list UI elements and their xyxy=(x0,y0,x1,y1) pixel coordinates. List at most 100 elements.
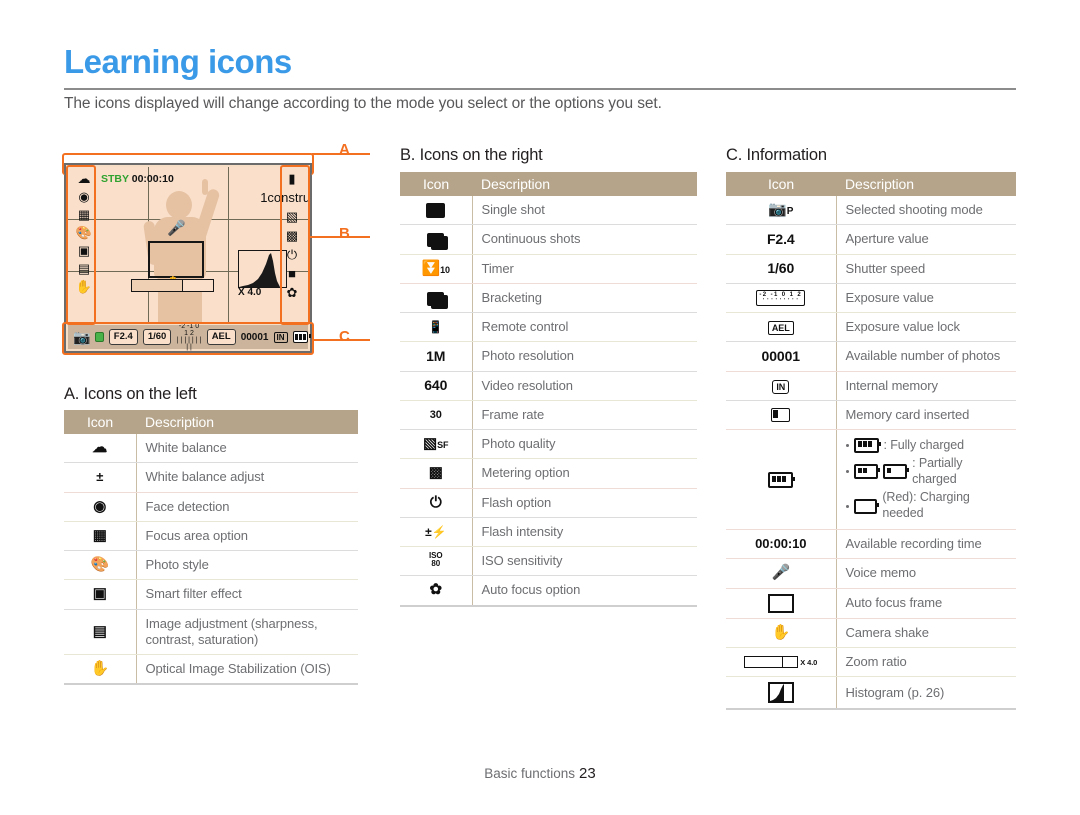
list-item: : Partially charged xyxy=(846,455,1008,489)
row-description: Exposure value xyxy=(836,283,1016,312)
battery-full-icon xyxy=(854,438,879,453)
histogram-icon xyxy=(726,677,836,710)
shutter-speed-text: 1/60 xyxy=(726,254,836,283)
table-row: 640 Video resolution xyxy=(400,371,697,400)
table-row: X 4.0 Zoom ratio xyxy=(726,647,1016,676)
column-header-description: Description xyxy=(472,172,697,196)
row-description: Metering option xyxy=(472,459,697,488)
frame-rate-icon: 30 xyxy=(400,400,472,429)
table-row: ▦ Focus area option xyxy=(64,521,358,550)
table-row: AEL Exposure value lock xyxy=(726,313,1016,342)
table-row: 1/60 Shutter speed xyxy=(726,254,1016,283)
page-footer: Basic functions 23 xyxy=(0,765,1080,782)
table-row: Bracketing xyxy=(400,283,697,312)
table-row: ▤ Image adjustment (sharpness, contrast,… xyxy=(64,609,358,655)
zoom-ratio-value: X 4.0 xyxy=(238,287,261,298)
table-row: 📱 Remote control xyxy=(400,313,697,342)
callout-box-c xyxy=(62,322,314,355)
row-description: Flash option xyxy=(472,488,697,517)
lcd-live-view: STBY 00:00:10 🎤 ✋ X 4.0 ☁ ◉ ▦ 🎨 xyxy=(68,167,308,323)
page-number: 23 xyxy=(579,765,596,782)
list-item: (Red): Charging needed xyxy=(846,489,1008,523)
callout-box-left xyxy=(66,165,96,325)
row-description: Available recording time xyxy=(836,530,1016,559)
row-description: Memory card inserted xyxy=(836,400,1016,429)
memory-card-icon xyxy=(726,400,836,429)
table-row: Memory card inserted xyxy=(726,400,1016,429)
row-description: White balance adjust xyxy=(136,463,358,492)
table-row: ▩ Metering option xyxy=(400,459,697,488)
row-description: Optical Image Stabilization (OIS) xyxy=(136,655,358,685)
flash-intensity-icon: ±⚡ xyxy=(400,517,472,546)
internal-memory-icon: IN xyxy=(726,371,836,400)
white-balance-adjust-plusminus-icon: ± xyxy=(64,463,136,492)
row-description: ISO sensitivity xyxy=(472,547,697,576)
table-row: ± White balance adjust xyxy=(64,463,358,492)
table-row: ±⚡ Flash intensity xyxy=(400,517,697,546)
callout-box-right xyxy=(280,165,310,325)
section-b-table: Icon Description Single shot Continuous … xyxy=(400,172,697,607)
table-row: 🎨 Photo style xyxy=(64,551,358,580)
row-description: Frame rate xyxy=(472,400,697,429)
table-row: 1M Photo resolution xyxy=(400,342,697,371)
list-item: : Fully charged xyxy=(846,436,1008,455)
footer-label: Basic functions xyxy=(484,766,575,781)
available-photos-text: 00001 xyxy=(726,342,836,371)
column-header-icon: Icon xyxy=(400,172,472,196)
video-resolution-icon: 640 xyxy=(400,371,472,400)
recording-time-text: 00:00:10 xyxy=(726,530,836,559)
auto-focus-frame-icon xyxy=(148,241,204,278)
row-description: Histogram (p. 26) xyxy=(836,677,1016,710)
callout-label-b: B xyxy=(339,225,350,242)
row-description: Image adjustment (sharpness, contrast, s… xyxy=(136,609,358,655)
column-header-description: Description xyxy=(136,410,358,434)
page-subtitle: The icons displayed will change accordin… xyxy=(64,95,1024,113)
section-b-heading: B. Icons on the right xyxy=(400,146,543,165)
row-description: Available number of photos xyxy=(836,342,1016,371)
battery-partial-icon xyxy=(883,464,907,479)
row-description: White balance xyxy=(136,434,358,463)
exposure-lock-ael-icon: AEL xyxy=(726,313,836,342)
face-detection-icon: ◉ xyxy=(64,492,136,521)
table-row: 00:00:10 Available recording time xyxy=(726,530,1016,559)
column-header-description: Description xyxy=(836,172,1016,196)
manual-page: Learning icons The icons displayed will … xyxy=(0,0,1080,815)
single-shot-icon xyxy=(400,196,472,225)
row-description: Photo quality xyxy=(472,430,697,459)
row-description: Exposure value lock xyxy=(836,313,1016,342)
table-row: ⏬10 Timer xyxy=(400,254,697,283)
metering-option-icon: ▩ xyxy=(400,459,472,488)
continuous-shots-icon xyxy=(400,225,472,254)
table-row: ◉ Face detection xyxy=(64,492,358,521)
camera-shake-hand-icon: ✋ xyxy=(726,618,836,647)
table-row: ⏻ Flash option xyxy=(400,488,697,517)
photo-quality-icon: ▧SF xyxy=(400,430,472,459)
auto-focus-frame-icon xyxy=(726,588,836,618)
row-description: Selected shooting mode xyxy=(836,196,1016,225)
table-row: 30 Frame rate xyxy=(400,400,697,429)
section-c-table: Icon Description 📷P Selected shooting mo… xyxy=(726,172,1016,710)
row-description: Zoom ratio xyxy=(836,647,1016,676)
row-description: Photo resolution xyxy=(472,342,697,371)
table-row: Auto focus frame xyxy=(726,588,1016,618)
remote-control-icon: 📱 xyxy=(400,313,472,342)
table-row: Histogram (p. 26) xyxy=(726,677,1016,710)
battery-empty-icon xyxy=(854,499,878,514)
column-header-icon: Icon xyxy=(64,410,136,434)
flash-option-icon: ⏻ xyxy=(400,488,472,517)
iso-sensitivity-icon: ISO 80 xyxy=(400,547,472,576)
voice-memo-mic-icon: 🎤 xyxy=(167,221,186,236)
table-row: 📷P Selected shooting mode xyxy=(726,196,1016,225)
aperture-value-text: F2.4 xyxy=(726,225,836,254)
image-adjustment-icon: ▤ xyxy=(64,609,136,655)
row-description: Smart filter effect xyxy=(136,580,358,609)
table-header-row: Icon Description xyxy=(400,172,697,196)
battery-icon xyxy=(726,430,836,530)
table-row: IN Internal memory xyxy=(726,371,1016,400)
camera-lcd-illustration: STBY 00:00:10 🎤 ✋ X 4.0 ☁ ◉ ▦ 🎨 xyxy=(64,163,312,353)
shooting-mode-camera-icon: 📷P xyxy=(726,196,836,225)
photo-resolution-icon: 1M xyxy=(400,342,472,371)
table-row: ▣ Smart filter effect xyxy=(64,580,358,609)
row-description: Timer xyxy=(472,254,697,283)
table-row: ▧SF Photo quality xyxy=(400,430,697,459)
